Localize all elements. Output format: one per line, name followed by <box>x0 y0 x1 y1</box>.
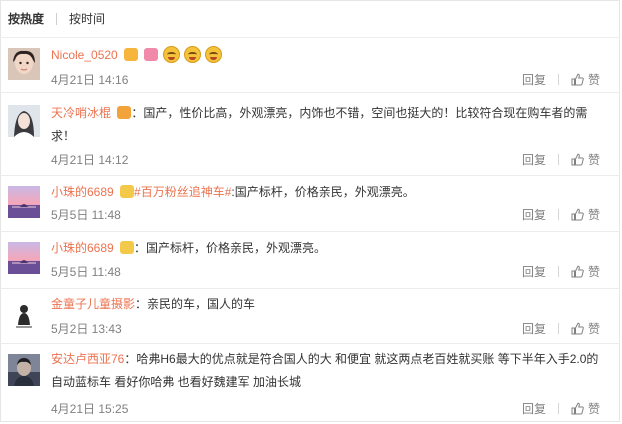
thumbs-up-icon <box>571 208 584 221</box>
comment-item: 金童子儿童摄影：亲民的车，国人的车 5月2日 13:43 回复 赞 <box>0 289 620 344</box>
comment-time: 5月2日 13:43 <box>51 322 122 336</box>
comment-time: 4月21日 15:25 <box>51 402 129 416</box>
comment-body: ：国产标杆，价格亲民，外观漂亮。 <box>134 241 327 255</box>
topic-link[interactable]: #百万粉丝追神车# <box>134 185 231 199</box>
thumbs-up-icon <box>571 265 584 278</box>
avatar[interactable] <box>8 299 40 331</box>
like-button[interactable]: 赞 <box>571 320 600 337</box>
laughing-face-icon <box>205 46 223 63</box>
like-button[interactable]: 赞 <box>571 263 600 280</box>
thumbs-up-icon <box>571 322 584 335</box>
heart-badge-icon <box>144 48 159 61</box>
reply-button[interactable]: 回复 <box>522 263 546 280</box>
avatar[interactable] <box>8 242 40 274</box>
comment-item: 天冷哨冰棍 ：国产，性价比高，外观漂亮，内饰也不错，空间也挺大的！比较符合现在购… <box>0 93 620 176</box>
comment-text: 天冷哨冰棍 ：国产，性价比高，外观漂亮，内饰也不错，空间也挺大的！比较符合现在购… <box>51 102 606 148</box>
comment-item: 安达卢西亚76：哈弗H6最大的优点就是符合国人的大 和便宜 就这两点老百姓就买账… <box>0 344 620 422</box>
avatar[interactable] <box>8 48 40 80</box>
comment-item: 小珠的6689 ：国产标杆，价格亲民，外观漂亮。 5月5日 11:48 回复 赞 <box>0 232 620 289</box>
action-separator <box>557 403 559 414</box>
comment-text: Nicole_0520 <box>51 44 606 67</box>
action-separator <box>557 154 559 165</box>
username-link[interactable]: 小珠的6689 <box>51 241 114 255</box>
comment-actions: 回复 赞 <box>522 151 600 168</box>
comment-body: ：国产，性价比高，外观漂亮，内饰也不错，空间也挺大的！比较符合现在购车者的需求！ <box>51 106 588 143</box>
like-label: 赞 <box>587 73 600 87</box>
reply-button[interactable]: 回复 <box>522 206 546 223</box>
sort-bar: 按热度 按时间 <box>0 0 620 37</box>
like-button[interactable]: 赞 <box>571 206 600 223</box>
sort-by-hot-tab[interactable]: 按热度 <box>8 10 44 27</box>
like-label: 赞 <box>587 153 600 167</box>
like-button[interactable]: 赞 <box>571 71 600 88</box>
sort-by-time-tab[interactable]: 按时间 <box>69 10 105 27</box>
avatar[interactable] <box>8 186 40 218</box>
action-separator <box>557 266 559 277</box>
comment-time: 4月21日 14:12 <box>51 153 129 167</box>
comment-body: ：亲民的车，国人的车 <box>135 297 256 311</box>
like-label: 赞 <box>587 402 600 416</box>
comment-actions: 回复 赞 <box>522 206 600 223</box>
username-link[interactable]: 安达卢西亚76 <box>51 352 124 366</box>
sort-separator <box>56 12 58 25</box>
comment-time: 4月21日 14:16 <box>51 73 129 87</box>
action-separator <box>557 74 559 85</box>
comment-time: 5月5日 11:48 <box>51 265 121 279</box>
reply-button[interactable]: 回复 <box>522 71 546 88</box>
username-link[interactable]: Nicole_0520 <box>51 48 118 62</box>
thumbs-up-icon <box>571 73 584 86</box>
vip-badge-icon <box>117 106 132 119</box>
comment-item: Nicole_0520 4月21日 14:16 回复 赞 <box>0 38 620 93</box>
comment-actions: 回复 赞 <box>522 320 600 337</box>
comment-item: 小珠的6689 #百万粉丝追神车#:国产标杆，价格亲民，外观漂亮。 5月5日 1… <box>0 176 620 232</box>
like-label: 赞 <box>587 322 600 336</box>
comment-text: 安达卢西亚76：哈弗H6最大的优点就是符合国人的大 和便宜 就这两点老百姓就买账… <box>51 348 606 394</box>
comment-text: 小珠的6689 ：国产标杆，价格亲民，外观漂亮。 <box>51 237 606 260</box>
cat-badge-icon <box>120 185 135 198</box>
username-link[interactable]: 金童子儿童摄影 <box>51 297 135 311</box>
like-label: 赞 <box>587 208 600 222</box>
username-link[interactable]: 小珠的6689 <box>51 185 114 199</box>
reply-button[interactable]: 回复 <box>522 151 546 168</box>
cat-badge-icon <box>120 241 135 254</box>
action-separator <box>557 209 559 220</box>
gift-badge-icon <box>124 48 139 61</box>
reply-button[interactable]: 回复 <box>522 320 546 337</box>
laughing-face-icon <box>184 46 202 63</box>
comment-time: 5月5日 11:48 <box>51 208 121 222</box>
like-label: 赞 <box>587 265 600 279</box>
comment-actions: 回复 赞 <box>522 263 600 280</box>
like-button[interactable]: 赞 <box>571 151 600 168</box>
avatar[interactable] <box>8 105 40 137</box>
action-separator <box>557 323 559 334</box>
username-link[interactable]: 天冷哨冰棍 <box>51 106 111 120</box>
comment-body: ：哈弗H6最大的优点就是符合国人的大 和便宜 就这两点老百姓就买账 等下半年入手… <box>51 352 599 389</box>
comment-text: 金童子儿童摄影：亲民的车，国人的车 <box>51 293 606 316</box>
laughing-face-icon <box>162 46 180 63</box>
comment-text: 小珠的6689 #百万粉丝追神车#:国产标杆，价格亲民，外观漂亮。 <box>51 181 606 204</box>
comment-body: :国产标杆，价格亲民，外观漂亮。 <box>231 185 415 199</box>
comment-actions: 回复 赞 <box>522 400 600 417</box>
thumbs-up-icon <box>571 153 584 166</box>
like-button[interactable]: 赞 <box>571 400 600 417</box>
reply-button[interactable]: 回复 <box>522 400 546 417</box>
comment-actions: 回复 赞 <box>522 71 600 88</box>
avatar[interactable] <box>8 354 40 386</box>
thumbs-up-icon <box>571 402 584 415</box>
